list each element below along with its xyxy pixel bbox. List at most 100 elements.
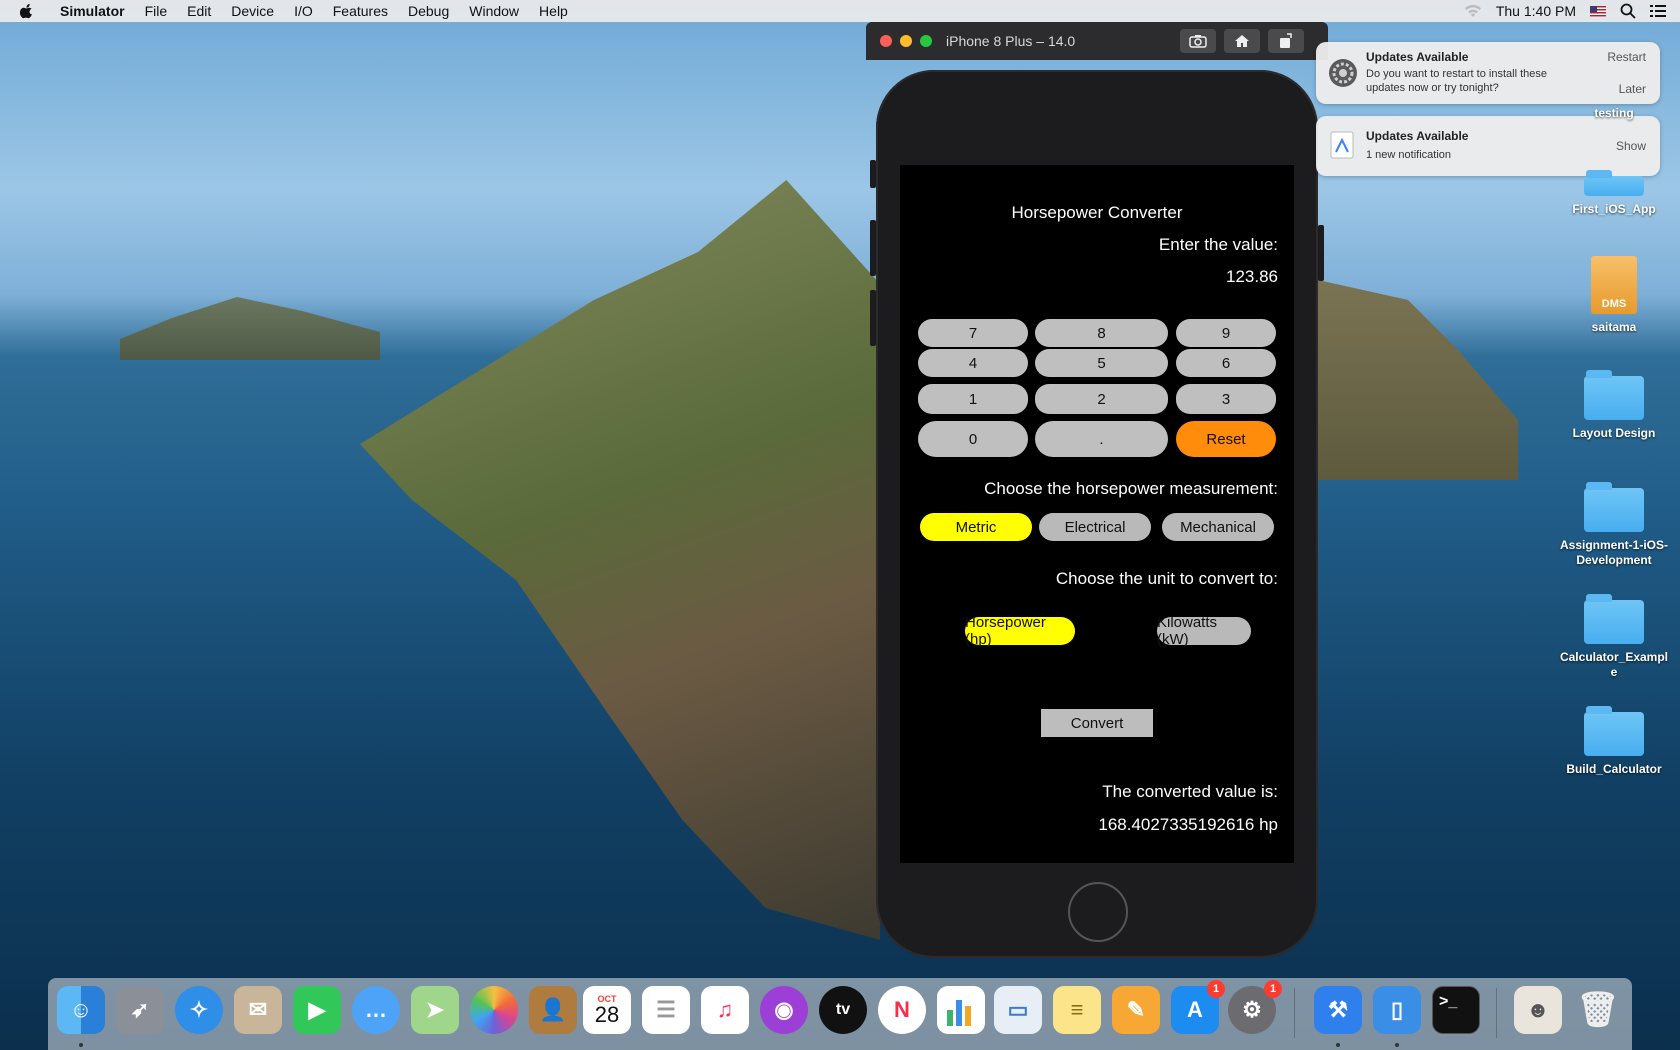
spotlight-search-icon[interactable] <box>1620 3 1636 19</box>
volume-down-button <box>870 290 876 346</box>
camera-icon <box>1189 35 1207 48</box>
key-3[interactable]: 3 <box>1176 384 1276 414</box>
dock-separator <box>1294 988 1295 1038</box>
keynote-icon[interactable]: ▭ <box>994 986 1042 1034</box>
island-headland <box>120 297 380 360</box>
notification-body: Do you want to restart to install these … <box>1366 68 1547 94</box>
rotate-button[interactable] <box>1268 29 1304 53</box>
key-2[interactable]: 2 <box>1035 384 1168 414</box>
system-preferences-badge: 1 <box>1264 980 1282 998</box>
notification-center-icon[interactable] <box>1650 4 1666 18</box>
maps-icon[interactable]: ➤ <box>411 986 459 1034</box>
file-type-badge: DMS <box>1601 298 1627 310</box>
key-7[interactable]: 7 <box>918 319 1028 347</box>
key-6[interactable]: 6 <box>1176 349 1276 377</box>
desktop-item-label: saitama <box>1591 320 1637 334</box>
zoom-window-button[interactable] <box>920 35 932 47</box>
desktop-folder-calculator-example[interactable]: Calculator_Example <box>1549 594 1679 680</box>
desktop-folder-assignment[interactable]: Assignment-1-iOS-Development <box>1549 482 1679 568</box>
mechanical-button[interactable]: Mechanical <box>1162 513 1274 541</box>
metric-button[interactable]: Metric <box>920 513 1032 541</box>
menu-help[interactable]: Help <box>529 3 578 19</box>
launchpad-icon[interactable]: ➶ <box>116 986 164 1034</box>
desktop-folder-first-ios-app[interactable]: First_iOS_App <box>1549 170 1679 217</box>
island-right <box>1318 280 1518 480</box>
key-decimal[interactable]: . <box>1035 421 1168 457</box>
news-icon[interactable]: N <box>878 986 926 1034</box>
system-preferences-gear-icon <box>1329 59 1357 87</box>
home-button[interactable] <box>1224 29 1260 53</box>
later-action-button[interactable]: Later <box>1619 82 1646 96</box>
apple-tv-icon[interactable]: tv <box>819 986 867 1034</box>
electrical-button[interactable]: Electrical <box>1039 513 1151 541</box>
restart-action-button[interactable]: Restart <box>1607 50 1646 64</box>
reminders-icon[interactable]: ☰ <box>642 986 690 1034</box>
key-4[interactable]: 4 <box>918 349 1028 377</box>
desktop-item-testing[interactable]: testing <box>1549 100 1679 121</box>
downloads-stack-icon[interactable]: ☻ <box>1514 986 1562 1034</box>
key-8[interactable]: 8 <box>1035 319 1168 347</box>
key-9[interactable]: 9 <box>1176 319 1276 347</box>
menu-io[interactable]: I/O <box>284 3 323 19</box>
notes-icon[interactable]: ≡ <box>1053 986 1101 1034</box>
terminal-icon[interactable]: >_ <box>1432 986 1480 1034</box>
key-0[interactable]: 0 <box>918 421 1028 457</box>
phone-home-button[interactable] <box>1068 882 1128 942</box>
photos-icon[interactable] <box>470 986 518 1034</box>
dms-document-icon: DMS <box>1591 256 1637 314</box>
mail-stamp-icon[interactable]: ✉ <box>234 986 282 1034</box>
notification-updates-restart[interactable]: Updates Available Do you want to restart… <box>1316 42 1660 104</box>
show-action-button[interactable]: Show <box>1616 139 1646 153</box>
menu-app-name[interactable]: Simulator <box>50 3 135 19</box>
apple-menu-icon[interactable] <box>18 3 36 19</box>
horsepower-unit-button[interactable]: Horsepower (hp) <box>965 614 1075 648</box>
notification-updates-show[interactable]: Updates Available 1 new notification Sho… <box>1316 116 1660 176</box>
numbers-icon[interactable] <box>937 986 985 1034</box>
finder-running-dot <box>79 1043 83 1047</box>
calendar-icon[interactable]: OCT 28 <box>583 986 631 1034</box>
contacts-icon[interactable]: 👤 <box>529 986 577 1034</box>
reset-button[interactable]: Reset <box>1176 421 1276 457</box>
screenshot-button[interactable] <box>1180 29 1216 53</box>
menu-file[interactable]: File <box>135 3 178 19</box>
simulator-running-dot <box>1395 1043 1399 1047</box>
enter-value-label: Enter the value: <box>1158 235 1278 254</box>
podcasts-icon[interactable]: ◉ <box>760 986 808 1034</box>
messages-icon[interactable]: … <box>352 986 400 1034</box>
desktop-file-saitama[interactable]: DMS saitama <box>1549 256 1679 335</box>
kilowatts-unit-button[interactable]: Kilowatts (kW) <box>1157 614 1251 648</box>
desktop-item-label: Assignment-1-iOS-Development <box>1559 538 1668 567</box>
menu-clock[interactable]: Thu 1:40 PM <box>1496 3 1576 19</box>
close-window-button[interactable] <box>880 35 892 47</box>
safari-icon[interactable]: ✧ <box>175 986 223 1034</box>
result-value: 168.4027335192616 hp <box>1098 815 1278 834</box>
desktop-item-label: Build_Calculator <box>1566 762 1662 776</box>
folder-icon <box>1584 594 1644 644</box>
trash-icon[interactable]: 🗑 <box>1574 986 1622 1034</box>
wifi-icon[interactable] <box>1464 4 1482 18</box>
key-1[interactable]: 1 <box>918 384 1028 414</box>
xcode-icon[interactable]: ⚒ <box>1314 986 1362 1034</box>
app-screen: Horsepower Converter Enter the value: 12… <box>900 165 1294 863</box>
menu-window[interactable]: Window <box>459 3 529 19</box>
notification-title: Updates Available <box>1366 129 1469 143</box>
desktop-folder-layout-design[interactable]: Layout Design <box>1549 370 1679 441</box>
key-5[interactable]: 5 <box>1035 349 1168 377</box>
convert-button[interactable]: Convert <box>1041 709 1153 737</box>
menu-edit[interactable]: Edit <box>177 3 221 19</box>
minimize-window-button[interactable] <box>900 35 912 47</box>
system-preferences-icon[interactable]: ⚙ 1 <box>1228 980 1282 1034</box>
menu-features[interactable]: Features <box>323 3 398 19</box>
input-source-flag-icon[interactable] <box>1590 5 1606 17</box>
finder-icon[interactable]: ☺ <box>57 986 105 1034</box>
facetime-icon[interactable]: ▶ <box>293 986 341 1034</box>
desktop-folder-build-calculator[interactable]: Build_Calculator <box>1549 706 1679 777</box>
simulator-icon[interactable]: ▯ <box>1373 986 1421 1034</box>
app-store-icon[interactable]: A 1 <box>1171 980 1225 1034</box>
menu-device[interactable]: Device <box>221 3 284 19</box>
music-icon[interactable]: ♫ <box>701 986 749 1034</box>
app-title: Horsepower Converter <box>1011 203 1183 222</box>
menu-debug[interactable]: Debug <box>398 3 459 19</box>
tv-label: tv <box>835 1001 851 1018</box>
pages-icon[interactable]: ✎ <box>1112 986 1160 1034</box>
